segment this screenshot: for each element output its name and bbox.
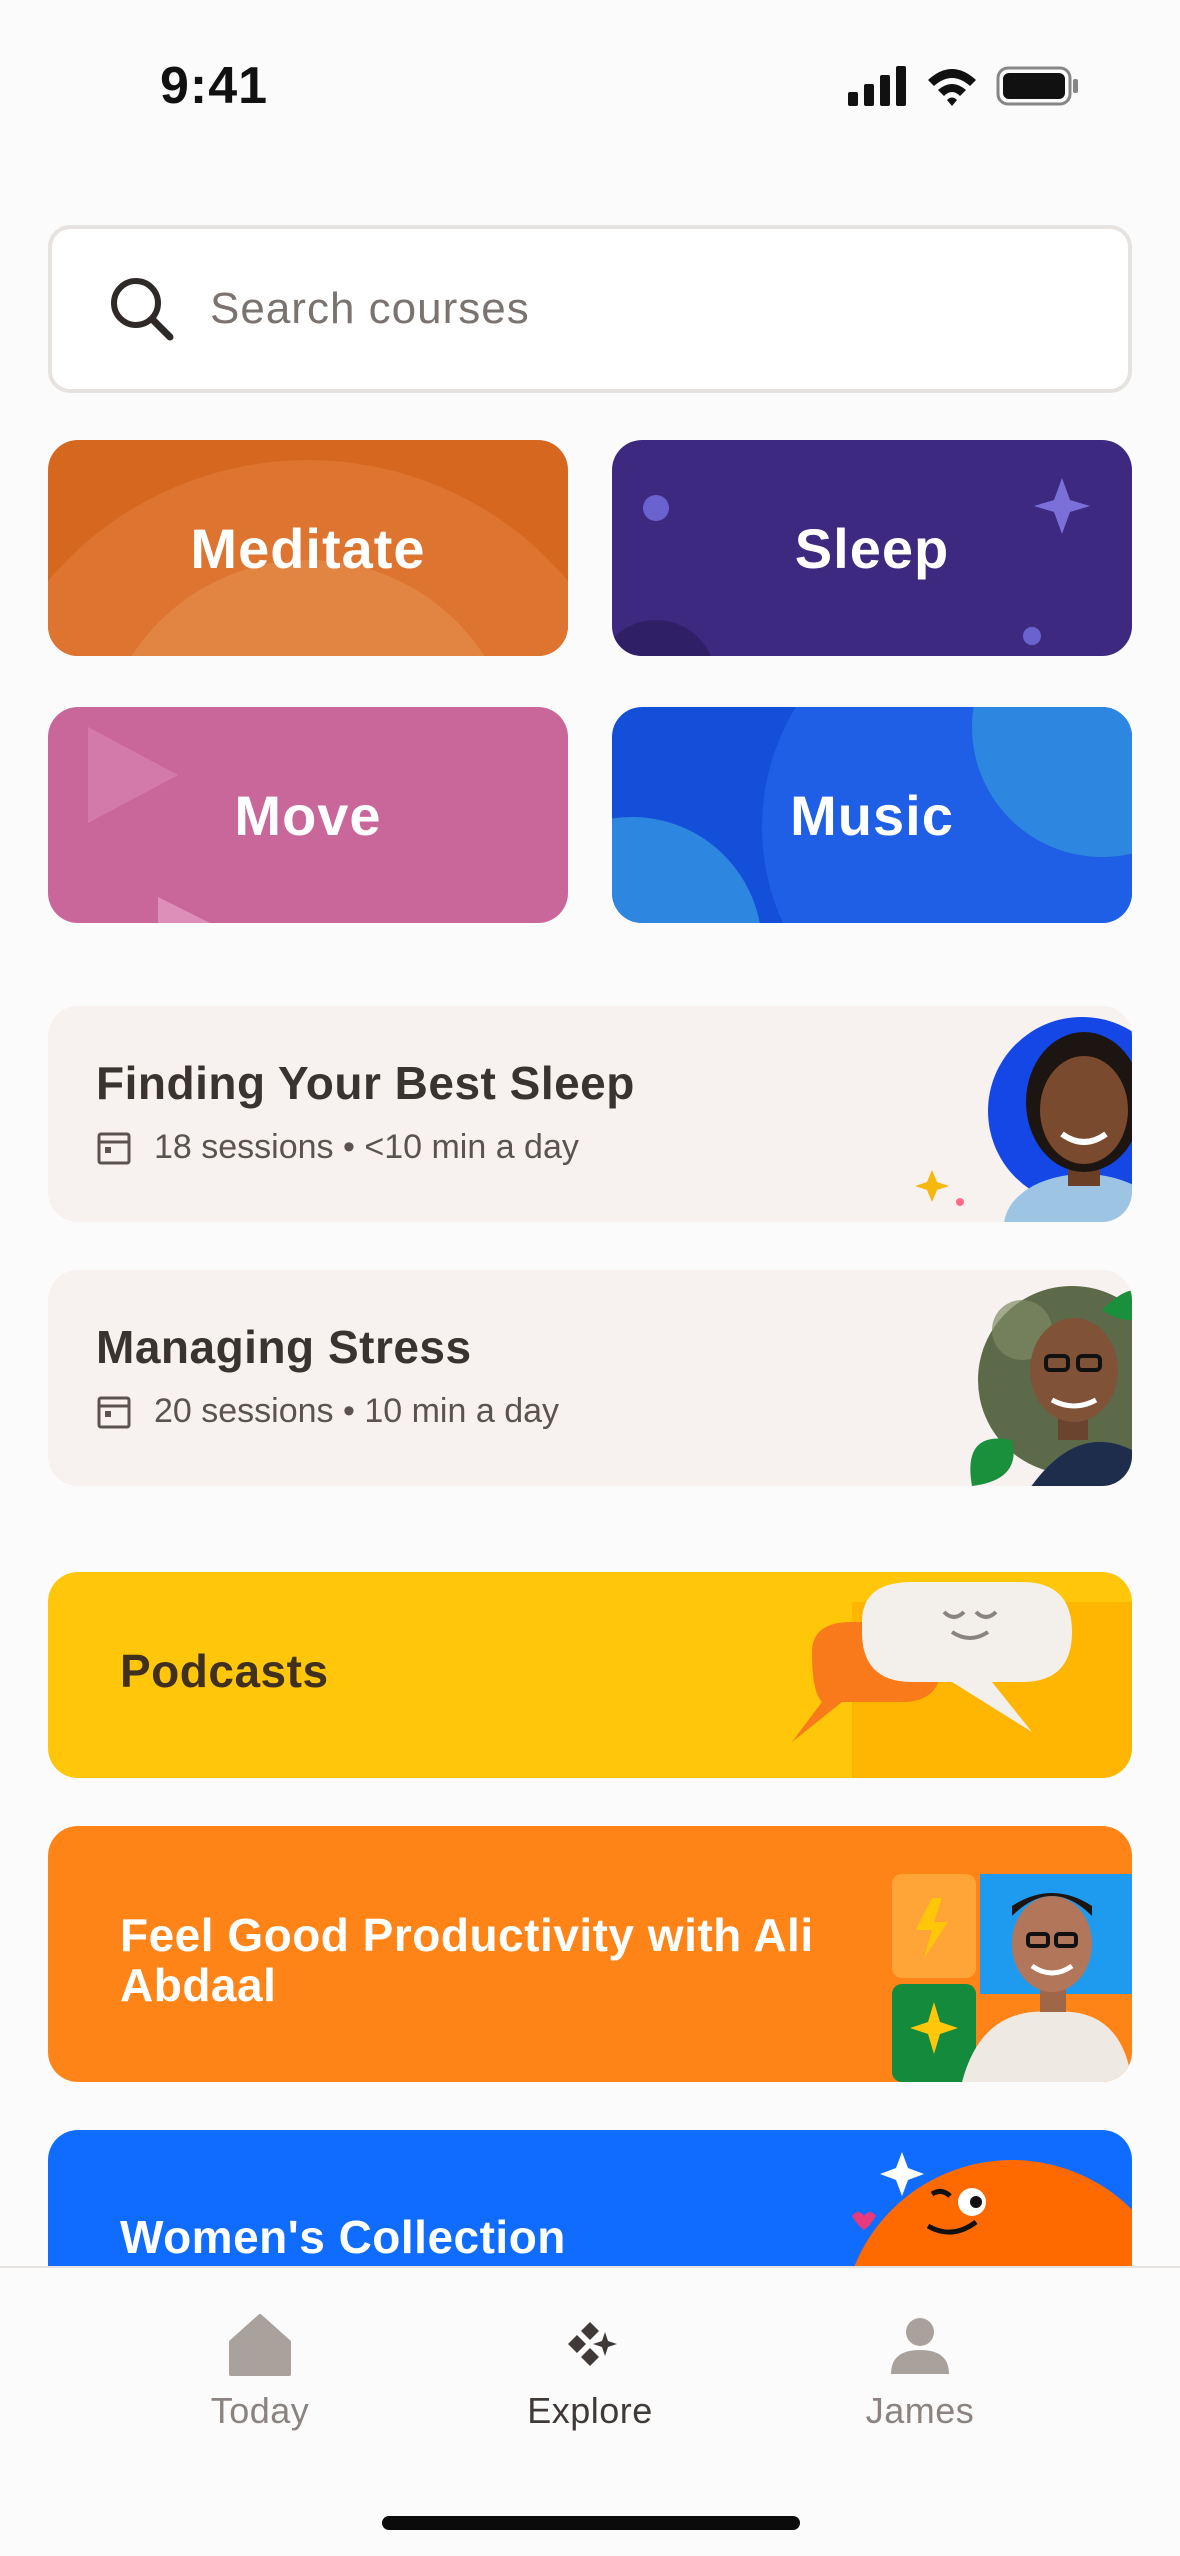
tab-label: Explore <box>527 2390 653 2431</box>
tab-bar: Today Explore James <box>0 2266 1180 2556</box>
banner-label: Women's Collection <box>120 2211 566 2263</box>
search-input[interactable]: Search courses <box>48 225 1132 393</box>
status-bar: 9:41 <box>0 0 1180 160</box>
course-card-best-sleep[interactable]: Finding Your Best Sleep 18 sessions • <1… <box>48 1006 1132 1222</box>
course-meta-text: 20 sessions • 10 min a day <box>154 1392 560 1430</box>
category-move[interactable]: Move <box>48 707 568 923</box>
explore-icon <box>568 2322 617 2366</box>
profile-icon <box>891 2318 949 2374</box>
wifi-icon <box>928 69 976 106</box>
battery-icon <box>996 66 1078 106</box>
category-label: Meditate <box>190 516 426 580</box>
course-portrait-image <box>915 1017 1132 1222</box>
tab-profile[interactable]: James <box>800 2310 1040 2432</box>
signal-icon <box>848 66 906 106</box>
search-icon <box>111 278 174 341</box>
course-portrait-image <box>970 1286 1132 1486</box>
category-label: Music <box>790 783 954 847</box>
banner-label: Podcasts <box>120 1645 329 1697</box>
banner-feel-good-productivity[interactable]: Feel Good Productivity with Ali Abdaal <box>48 1826 1132 2082</box>
status-time: 9:41 <box>160 57 269 115</box>
womens-collection-character-image <box>852 2152 1132 2270</box>
calendar-icon <box>97 1132 131 1164</box>
search-placeholder: Search courses <box>210 284 530 333</box>
status-icons <box>848 66 1080 106</box>
banner-label: Feel Good Productivity with Ali Abdaal <box>120 1909 814 2011</box>
course-meta: 20 sessions • 10 min a day <box>96 1392 559 1431</box>
category-label: Move <box>234 783 382 847</box>
productivity-author-image <box>892 1874 1132 2082</box>
banner-womens-collection[interactable]: Women's Collection <box>48 2130 1132 2270</box>
speech-bubbles-image <box>792 1582 1132 1778</box>
category-sleep[interactable]: Sleep <box>612 440 1132 656</box>
tab-today[interactable]: Today <box>140 2310 380 2432</box>
course-card-managing-stress[interactable]: Managing Stress 20 sessions • 10 min a d… <box>48 1270 1132 1486</box>
tab-explore[interactable]: Explore <box>470 2310 710 2432</box>
course-title: Finding Your Best Sleep <box>96 1057 635 1109</box>
home-indicator <box>382 2516 800 2530</box>
category-music[interactable]: Music <box>612 707 1132 923</box>
course-meta: 18 sessions • <10 min a day <box>96 1128 579 1167</box>
banner-podcasts[interactable]: Podcasts <box>48 1572 1132 1778</box>
calendar-icon <box>97 1396 131 1428</box>
course-title: Managing Stress <box>96 1321 472 1373</box>
tab-label: James <box>865 2390 975 2431</box>
course-meta-text: 18 sessions • <10 min a day <box>154 1128 579 1166</box>
tab-label: Today <box>210 2390 310 2431</box>
category-label: Sleep <box>794 516 950 580</box>
home-icon <box>229 2314 291 2376</box>
category-meditate[interactable]: Meditate <box>48 440 568 656</box>
